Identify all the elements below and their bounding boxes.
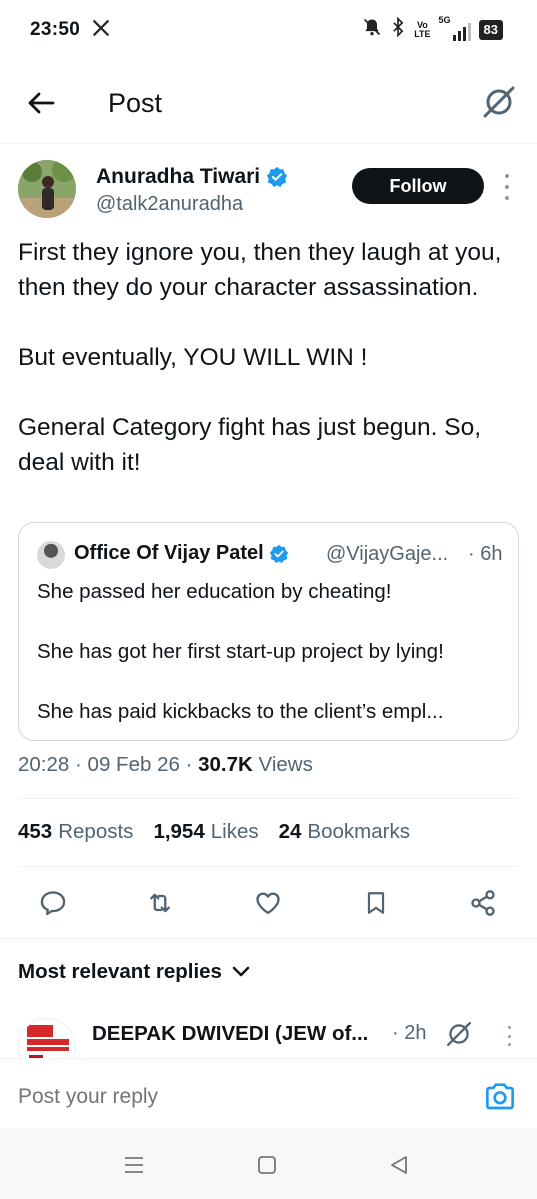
quote-author-handle: @VijayGaje... <box>326 543 449 565</box>
quote-text: She passed her education by cheating! Sh… <box>37 580 444 723</box>
mute-icon <box>362 17 382 42</box>
bookmarks-count: 24 <box>278 820 302 843</box>
like-button[interactable] <box>253 888 283 918</box>
section-divider <box>0 938 537 939</box>
post-author-row: Anuradha Tiwari @talk2anuradha Follow <box>0 144 537 234</box>
back-nav-button[interactable] <box>387 1154 411 1176</box>
share-button[interactable] <box>468 888 498 918</box>
author-handle[interactable]: @talk2anuradha <box>96 193 243 216</box>
status-icons: Vo LTE 5G 83 <box>362 15 503 42</box>
repost-button[interactable] <box>145 888 175 918</box>
verified-badge-icon <box>267 166 288 188</box>
post-text: First they ignore you, then they laugh a… <box>18 239 502 476</box>
back-button[interactable] <box>24 88 58 118</box>
reply-item[interactable]: DEEPAK DWIVEDI (JEW of... · 2h <box>0 1000 537 1060</box>
grok-button[interactable] <box>481 84 517 120</box>
battery-indicator: 83 <box>478 19 503 40</box>
bookmarks-label: Bookmarks <box>307 820 410 843</box>
post-date: 09 Feb 26 <box>87 753 180 776</box>
follow-button[interactable]: Follow <box>352 168 484 204</box>
reply-more-options-button[interactable] <box>504 1026 514 1046</box>
volte-indicator: Vo LTE <box>414 20 431 39</box>
quote-author-avatar <box>37 541 65 569</box>
divider <box>18 798 519 799</box>
quoted-post-card[interactable]: Office Of Vijay Patel @VijayGaje... · 6h… <box>18 522 519 741</box>
engagement-stats: 453 Reposts 1,954 Likes 24 Bookmarks <box>18 820 410 844</box>
reply-author-name[interactable]: DEEPAK DWIVEDI (JEW of... <box>92 1022 368 1046</box>
x-logo-icon <box>92 19 110 42</box>
post-actions <box>0 880 537 926</box>
status-time: 23:50 <box>30 19 81 40</box>
home-button[interactable] <box>255 1154 279 1176</box>
back-triangle-icon <box>391 1156 407 1174</box>
camera-icon <box>486 1083 514 1110</box>
replies-sort-dropdown[interactable]: Most relevant replies <box>18 960 250 984</box>
recent-apps-button[interactable] <box>122 1154 146 1176</box>
reposts-count: 453 <box>18 820 53 843</box>
share-icon <box>471 890 495 916</box>
meta-separator: · <box>75 753 88 776</box>
signal-icon: 5G <box>439 15 471 41</box>
bookmark-button[interactable] <box>361 888 391 918</box>
grok-icon <box>446 1021 472 1047</box>
reply-input[interactable] <box>18 1085 418 1109</box>
home-square-icon <box>258 1156 276 1174</box>
quote-author-name: Office Of Vijay Patel <box>74 542 264 564</box>
more-dot-icon <box>505 185 509 189</box>
quote-author-name-group: Office Of Vijay Patel <box>74 542 289 565</box>
repost-icon <box>150 893 170 913</box>
reply-icon <box>40 891 66 916</box>
reposts-label: Reposts <box>58 820 134 843</box>
more-dot-icon <box>507 1034 511 1038</box>
bluetooth-icon <box>390 16 406 42</box>
bookmark-icon <box>367 892 385 914</box>
page-title: Post <box>108 88 163 118</box>
views-label[interactable]: Views <box>259 753 313 776</box>
verified-badge-icon <box>269 544 288 563</box>
more-options-button[interactable] <box>498 174 516 200</box>
volte-bottom: LTE <box>414 28 431 39</box>
more-dot-icon <box>507 1026 511 1029</box>
system-nav-bar <box>0 1128 537 1199</box>
author-name[interactable]: Anuradha Tiwari <box>96 165 260 189</box>
views-count[interactable]: 30.7K <box>198 753 253 776</box>
network-type: 5G <box>438 14 451 25</box>
replies-sort-label: Most relevant replies <box>18 960 222 983</box>
reply-composer <box>0 1058 537 1128</box>
bookmarks-stat[interactable]: 24 Bookmarks <box>279 820 410 844</box>
menu-lines-icon <box>125 1157 143 1173</box>
reply-button[interactable] <box>38 888 68 918</box>
grok-icon <box>483 86 515 118</box>
author-name-group[interactable]: Anuradha Tiwari <box>96 165 288 189</box>
reply-timestamp: · 2h <box>392 1022 427 1044</box>
reply-author-avatar[interactable] <box>18 1018 76 1060</box>
back-arrow-icon <box>28 92 55 114</box>
top-header: Post <box>0 62 537 144</box>
status-bar: 23:50 Vo LTE 5G 83 <box>0 0 537 62</box>
camera-button[interactable] <box>484 1081 518 1111</box>
more-dot-icon <box>505 174 509 178</box>
divider <box>18 866 519 867</box>
reply-grok-button[interactable] <box>445 1020 473 1048</box>
more-dot-icon <box>505 196 509 200</box>
more-dot-icon <box>507 1043 511 1046</box>
likes-stat[interactable]: 1,954 Likes <box>153 820 258 844</box>
heart-icon <box>256 892 280 915</box>
likes-count: 1,954 <box>153 820 205 843</box>
chevron-down-icon <box>232 966 250 977</box>
post-time: 20:28 <box>18 753 70 776</box>
likes-label: Likes <box>210 820 259 843</box>
reposts-stat[interactable]: 453 Reposts <box>18 820 133 844</box>
post-meta: 20:28 · 09 Feb 26 · 30.7K Views <box>18 753 313 777</box>
author-avatar[interactable] <box>18 160 76 218</box>
quote-timestamp: · 6h <box>468 543 503 565</box>
meta-separator: · <box>185 753 199 776</box>
